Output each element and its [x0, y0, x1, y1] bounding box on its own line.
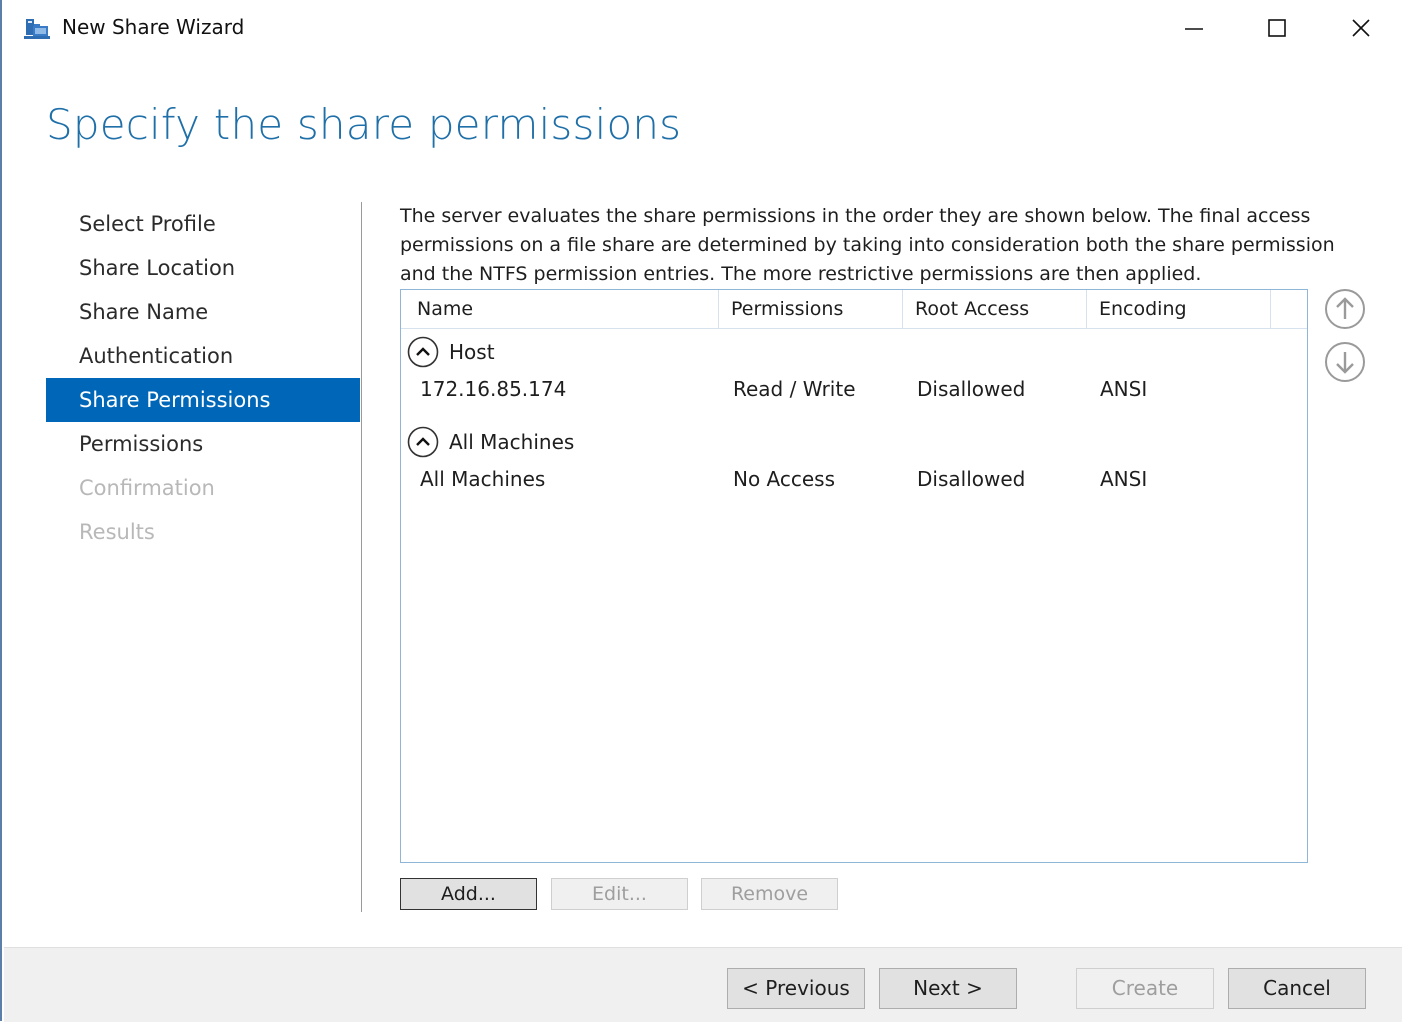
move-up-button[interactable]	[1324, 288, 1366, 330]
cell-encoding: ANSI	[1100, 377, 1148, 401]
nav-item-share-permissions[interactable]: Share Permissions	[46, 378, 360, 422]
edit-button[interactable]: Edit...	[551, 878, 688, 910]
column-header-encoding[interactable]: Encoding	[1087, 290, 1271, 328]
table-row[interactable]: All Machines No Access Disallowed ANSI	[401, 461, 1307, 497]
nav-item-permissions[interactable]: Permissions	[46, 422, 360, 466]
collapse-chevron-icon[interactable]	[407, 336, 439, 368]
close-icon	[1352, 19, 1370, 37]
wizard-window: New Share Wizard Specify the share permi…	[0, 0, 1404, 1022]
page-title: Specify the share permissions	[46, 100, 682, 149]
remove-button[interactable]: Remove	[701, 878, 838, 910]
close-button[interactable]	[1326, 6, 1396, 50]
cell-permissions: No Access	[733, 467, 836, 491]
cell-name: All Machines	[420, 467, 546, 491]
cell-encoding: ANSI	[1100, 467, 1148, 491]
table-header: Name Permissions Root Access Encoding	[401, 290, 1307, 329]
cancel-button[interactable]: Cancel	[1228, 968, 1366, 1009]
column-header-permissions[interactable]: Permissions	[719, 290, 903, 328]
permissions-table: Name Permissions Root Access Encoding Ho…	[400, 289, 1308, 863]
cell-root-access: Disallowed	[917, 377, 1026, 401]
nav-item-authentication[interactable]: Authentication	[46, 334, 360, 378]
create-button[interactable]: Create	[1076, 968, 1214, 1009]
nav-divider	[361, 202, 362, 912]
column-header-root-access[interactable]: Root Access	[903, 290, 1087, 328]
group-label: Host	[449, 340, 495, 364]
minimize-icon	[1185, 28, 1203, 30]
arrow-up-circle-icon	[1325, 289, 1365, 329]
next-button[interactable]: Next >	[879, 968, 1017, 1009]
nav-item-select-profile[interactable]: Select Profile	[46, 202, 360, 246]
maximize-button[interactable]	[1242, 6, 1312, 50]
nav-item-confirmation: Confirmation	[79, 476, 215, 500]
add-button[interactable]: Add...	[400, 878, 537, 910]
minimize-button[interactable]	[1159, 6, 1229, 50]
title-bar: New Share Wizard	[2, 0, 1404, 56]
table-row[interactable]: 172.16.85.174 Read / Write Disallowed AN…	[401, 371, 1307, 407]
nav-item-share-name[interactable]: Share Name	[46, 290, 360, 334]
cell-root-access: Disallowed	[917, 467, 1026, 491]
collapse-chevron-icon[interactable]	[407, 426, 439, 458]
move-down-button[interactable]	[1324, 341, 1366, 383]
previous-button[interactable]: < Previous	[727, 968, 865, 1009]
cell-permissions: Read / Write	[733, 377, 856, 401]
group-header-host[interactable]: Host	[407, 334, 495, 370]
column-header-name[interactable]: Name	[405, 290, 719, 328]
maximize-icon	[1268, 19, 1286, 37]
nav-item-share-location[interactable]: Share Location	[46, 246, 360, 290]
group-header-all-machines[interactable]: All Machines	[407, 424, 574, 460]
nav-item-results: Results	[79, 520, 155, 544]
permissions-description: The server evaluates the share permissio…	[400, 205, 1335, 285]
group-label: All Machines	[449, 430, 575, 454]
window-title: New Share Wizard	[62, 15, 245, 39]
wizard-steps-nav: Select Profile Share Location Share Name…	[46, 202, 360, 554]
arrow-down-circle-icon	[1325, 342, 1365, 382]
share-folder-icon	[24, 16, 50, 40]
cell-name: 172.16.85.174	[420, 377, 567, 401]
